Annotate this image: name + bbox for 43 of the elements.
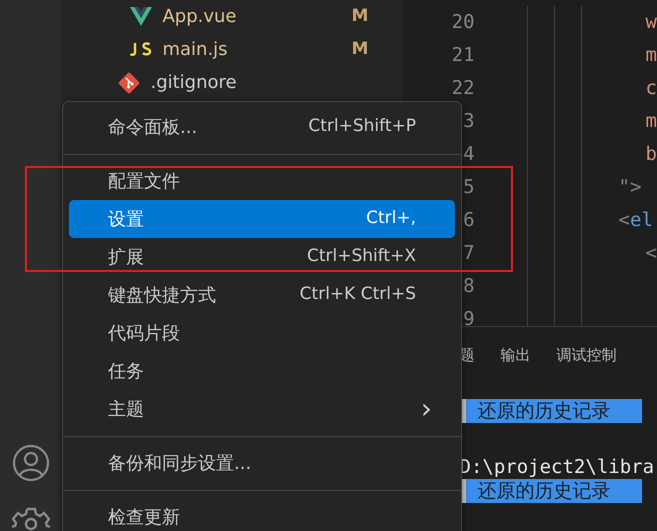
shortcut-text: Ctrl+,	[366, 207, 416, 230]
menu-item[interactable]: 命令面板... Ctrl+Shift+P	[69, 108, 455, 146]
git-status: M	[352, 38, 370, 61]
file-name[interactable]: .gitignore	[150, 69, 237, 96]
code-text: w	[646, 11, 657, 33]
shortcut-text: Ctrl+Shift+X	[306, 245, 416, 268]
menu-item[interactable]: 配置文件	[69, 162, 455, 200]
code-text: b	[646, 143, 657, 165]
menu-item[interactable]: 扩展 Ctrl+Shift+X	[69, 238, 455, 276]
file-name[interactable]: App.vue	[162, 3, 236, 30]
line-number: 5	[462, 175, 475, 200]
shortcut-text: Ctrl+Shift+P	[308, 115, 416, 138]
line-number: 20	[450, 10, 475, 35]
panel-tab[interactable]: 调试控制	[556, 344, 617, 366]
line-number: 22	[450, 76, 475, 101]
line-number: 4	[462, 142, 475, 167]
code-text: ">	[618, 176, 642, 198]
code-text: <el	[618, 209, 653, 231]
line-number: 9	[462, 307, 475, 326]
panel-tab[interactable]: 输出	[500, 344, 531, 366]
code-text: c	[646, 77, 657, 99]
menu-item[interactable]: 键盘快捷方式 Ctrl+K Ctrl+S	[69, 276, 455, 314]
shortcut-text: Ctrl+K Ctrl+S	[300, 283, 416, 306]
code-text: m	[646, 110, 657, 132]
code-text: m	[646, 44, 657, 66]
file-name[interactable]: main.js	[162, 36, 228, 63]
line-number: 21	[450, 43, 475, 68]
git-status: M	[352, 4, 370, 28]
menu-item[interactable]: 主题 ›	[69, 390, 455, 428]
terminal-text: D:\project2\libra	[460, 456, 654, 478]
menu-item[interactable]: 备份和同步设置...	[69, 444, 455, 482]
settings-icon[interactable]	[12, 505, 50, 531]
menu-item[interactable]: 任务	[69, 352, 455, 390]
menu-item[interactable]: 设置 Ctrl+,	[69, 200, 455, 238]
menu-item[interactable]: 检查更新	[69, 498, 455, 531]
terminal-marker: 还原的历史记录	[460, 479, 642, 503]
js-icon	[130, 42, 152, 58]
account-icon[interactable]	[12, 444, 50, 482]
code-text: <	[646, 242, 657, 264]
submenu-chevron: ›	[420, 395, 432, 423]
menu-item[interactable]: 代码片段	[69, 314, 455, 352]
terminal-marker: 还原的历史记录	[460, 399, 642, 423]
vue-icon	[130, 6, 152, 26]
